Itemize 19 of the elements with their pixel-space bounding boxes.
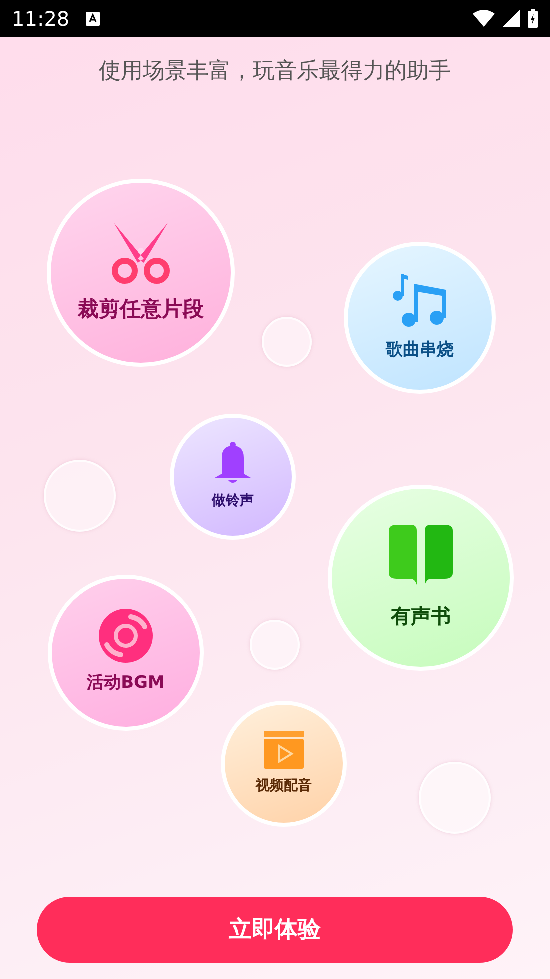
feature-bubble[interactable]: 活动BGM xyxy=(48,575,204,731)
feature-bubble[interactable]: 裁剪任意片段 xyxy=(47,179,235,367)
feature-bubble[interactable]: 视频配音 xyxy=(221,701,347,827)
signal-icon xyxy=(503,10,520,27)
decorative-circle xyxy=(262,317,312,367)
status-time: 11:28 xyxy=(12,6,70,32)
wifi-icon xyxy=(473,10,495,27)
feature-bubble[interactable]: 有声书 xyxy=(328,485,514,671)
decorative-circle xyxy=(419,762,491,834)
feature-bubble[interactable]: 歌曲串烧 xyxy=(344,242,496,394)
feature-bubble[interactable]: 做铃声 xyxy=(170,414,296,540)
film-icon xyxy=(264,731,304,770)
try-now-button[interactable]: 立即体验 xyxy=(37,897,513,963)
keyboard-icon xyxy=(86,12,100,26)
battery-icon xyxy=(528,9,538,28)
disc-icon xyxy=(99,609,153,664)
headline: 使用场景丰富，玩音乐最得力的助手 xyxy=(98,58,452,86)
bell-icon xyxy=(214,442,252,484)
decorative-circle xyxy=(250,620,300,670)
